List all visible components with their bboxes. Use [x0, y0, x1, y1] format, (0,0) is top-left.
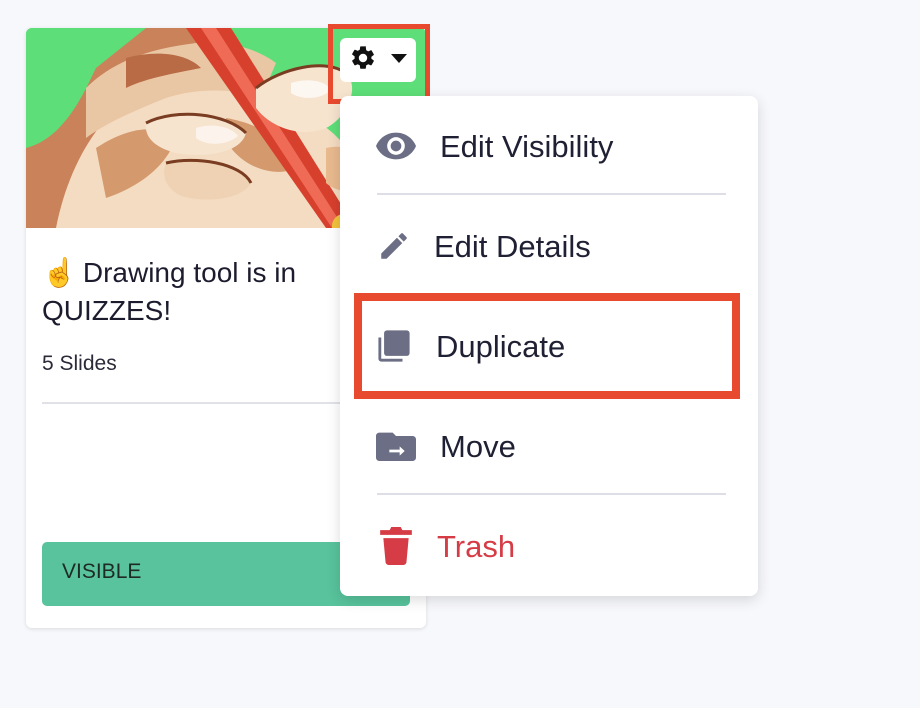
menu-item-label: Move	[440, 429, 516, 464]
card-title-text: Drawing tool is in QUIZZES!	[42, 257, 297, 326]
pointing-up-emoji: ☝️	[42, 257, 77, 288]
screen: ☝️ Drawing tool is in QUIZZES! 5 Slides V…	[0, 0, 920, 708]
trash-icon	[378, 526, 414, 566]
pencil-icon	[376, 228, 412, 264]
eye-icon	[376, 126, 416, 166]
duplicate-item-highlight	[354, 293, 740, 399]
menu-item-trash[interactable]: Trash	[340, 496, 758, 596]
slide-count: 5 Slides	[42, 352, 117, 375]
folder-move-icon	[376, 428, 416, 464]
menu-item-move[interactable]: Move	[340, 396, 758, 496]
menu-item-edit-details[interactable]: Edit Details	[340, 196, 758, 296]
settings-button-highlight	[328, 24, 430, 104]
menu-divider	[377, 493, 726, 495]
menu-item-label: Edit Visibility	[440, 129, 614, 164]
menu-item-edit-visibility[interactable]: Edit Visibility	[340, 96, 758, 196]
menu-item-label: Trash	[437, 529, 516, 564]
menu-item-label: Edit Details	[434, 229, 591, 264]
menu-divider	[377, 193, 726, 195]
